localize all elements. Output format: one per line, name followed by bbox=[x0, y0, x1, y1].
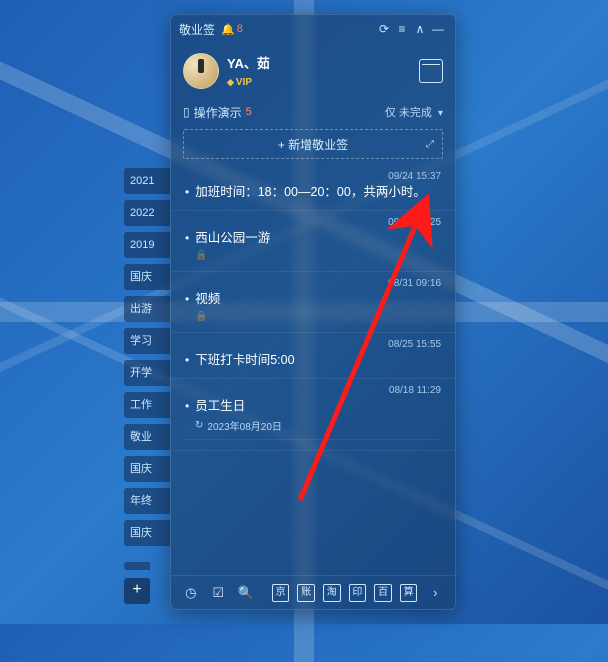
note-item[interactable]: 08/31 09:16 • 视频 🔒 bbox=[171, 272, 455, 333]
collapse-icon[interactable]: ∧ bbox=[411, 20, 429, 38]
shortcut-button[interactable]: 淘 bbox=[323, 584, 341, 602]
shortcut-button[interactable]: 京 bbox=[272, 584, 290, 602]
note-timestamp: 08/18 11:29 bbox=[185, 385, 441, 396]
username: YA、茹 bbox=[227, 53, 270, 72]
note-timestamp: 08/31 09:16 bbox=[185, 278, 441, 289]
bullet-icon: • bbox=[185, 184, 189, 200]
refresh-icon: ↻ bbox=[195, 420, 203, 431]
pin-icon: ▯ bbox=[183, 105, 190, 119]
chevron-down-icon: ▾ bbox=[438, 108, 443, 119]
calendar-icon[interactable] bbox=[419, 59, 443, 83]
side-tab[interactable]: 年终 bbox=[124, 488, 170, 514]
user-info: YA、茹 VIP bbox=[227, 53, 270, 90]
shortcut-button[interactable]: 账 bbox=[297, 584, 315, 602]
bullet-icon: • bbox=[185, 352, 189, 368]
profile-row: YA、茹 VIP bbox=[171, 43, 455, 99]
note-timestamp: 09/24 15:37 bbox=[185, 171, 441, 182]
expand-icon: ⤢ bbox=[426, 139, 434, 150]
side-tab[interactable]: 工作 bbox=[124, 392, 170, 418]
lock-icon: 🔒 bbox=[195, 311, 441, 322]
shortcut-button[interactable]: 百 bbox=[374, 584, 392, 602]
note-timestamp: 08/25 15:55 bbox=[185, 339, 441, 350]
note-text: 视频 bbox=[195, 291, 441, 307]
close-icon[interactable]: — bbox=[429, 20, 447, 38]
add-note-button[interactable]: + 新增敬业签 ⤢ bbox=[183, 129, 443, 159]
menu-icon[interactable]: ≡ bbox=[393, 20, 411, 38]
side-tab[interactable]: 开学 bbox=[124, 360, 170, 386]
avatar[interactable] bbox=[183, 53, 219, 89]
note-text: 下班打卡时间5:00 bbox=[195, 352, 441, 368]
note-timestamp: 09/05 09:25 bbox=[185, 217, 441, 228]
side-tab[interactable]: 2022 bbox=[124, 200, 170, 226]
side-tab[interactable]: 国庆 bbox=[124, 520, 170, 546]
bell-icon: 🔔 bbox=[221, 23, 235, 36]
side-tab[interactable]: 学习 bbox=[124, 328, 170, 354]
lock-icon: 🔒 bbox=[195, 250, 441, 261]
bullet-icon: • bbox=[185, 291, 189, 307]
more-icon[interactable]: › bbox=[425, 583, 445, 603]
main-card: 敬业签 🔔 8 ⟳ ≡ ∧ — YA、茹 VIP ▯ 操作演示 5 仅 未完成 … bbox=[170, 14, 456, 610]
notes-list: 09/24 15:37 • 加班时间：18：00—20：00，共两小时。 09/… bbox=[171, 165, 455, 575]
note-item[interactable]: 09/24 15:37 • 加班时间：18：00—20：00，共两小时。 bbox=[171, 165, 455, 211]
note-item[interactable]: 08/25 15:55 • 下班打卡时间5:00 bbox=[171, 333, 455, 379]
category-label[interactable]: 操作演示 bbox=[194, 104, 242, 121]
notif-count: 8 bbox=[237, 23, 243, 35]
side-tab[interactable]: 敬业 bbox=[124, 424, 170, 450]
bullet-icon: • bbox=[185, 230, 189, 246]
notification-badge[interactable]: 🔔 8 bbox=[221, 23, 243, 36]
shortcut-button[interactable]: 印 bbox=[349, 584, 367, 602]
side-tab[interactable]: 出游 bbox=[124, 296, 170, 322]
filter-bar: ▯ 操作演示 5 仅 未完成 ▾ bbox=[171, 99, 455, 125]
note-text: 员工生日 bbox=[195, 398, 441, 414]
side-add-button[interactable]: + bbox=[124, 578, 150, 604]
search-icon[interactable]: 🔍 bbox=[236, 583, 256, 603]
note-subinfo: ↻ 2023年08月20日 bbox=[195, 418, 441, 433]
shortcut-button[interactable]: 算 bbox=[400, 584, 418, 602]
checklist-icon[interactable]: ☑ bbox=[209, 583, 229, 603]
footer-bar: ◷ ☑ 🔍 京 账 淘 印 百 算 › bbox=[171, 575, 455, 609]
app-name: 敬业签 bbox=[179, 21, 215, 38]
note-text: 西山公园一游 bbox=[195, 230, 441, 246]
sync-icon[interactable]: ⟳ bbox=[375, 20, 393, 38]
clock-icon[interactable]: ◷ bbox=[181, 583, 201, 603]
side-tab[interactable]: 国庆 bbox=[124, 264, 170, 290]
side-tab[interactable]: 2019 bbox=[124, 232, 170, 258]
note-item[interactable]: 09/05 09:25 • 西山公园一游 🔒 bbox=[171, 211, 455, 272]
side-tab[interactable]: 2021 bbox=[124, 168, 170, 194]
vip-badge: VIP bbox=[227, 77, 252, 88]
category-count: 5 bbox=[246, 106, 252, 118]
add-note-label: + 新增敬业签 bbox=[278, 136, 348, 153]
note-item[interactable]: 08/18 11:29 • 员工生日 ↻ 2023年08月20日 bbox=[171, 379, 455, 451]
status-filter[interactable]: 仅 未完成 ▾ bbox=[385, 104, 443, 120]
side-tab[interactable]: 国庆 bbox=[124, 456, 170, 482]
side-tabs: 2021 2022 2019 国庆 出游 学习 开学 工作 敬业 国庆 年终 国… bbox=[124, 168, 170, 604]
note-text: 加班时间：18：00—20：00，共两小时。 bbox=[195, 184, 441, 200]
titlebar: 敬业签 🔔 8 ⟳ ≡ ∧ — bbox=[171, 15, 455, 43]
bullet-icon: • bbox=[185, 398, 189, 414]
side-tab-more[interactable] bbox=[124, 562, 150, 570]
